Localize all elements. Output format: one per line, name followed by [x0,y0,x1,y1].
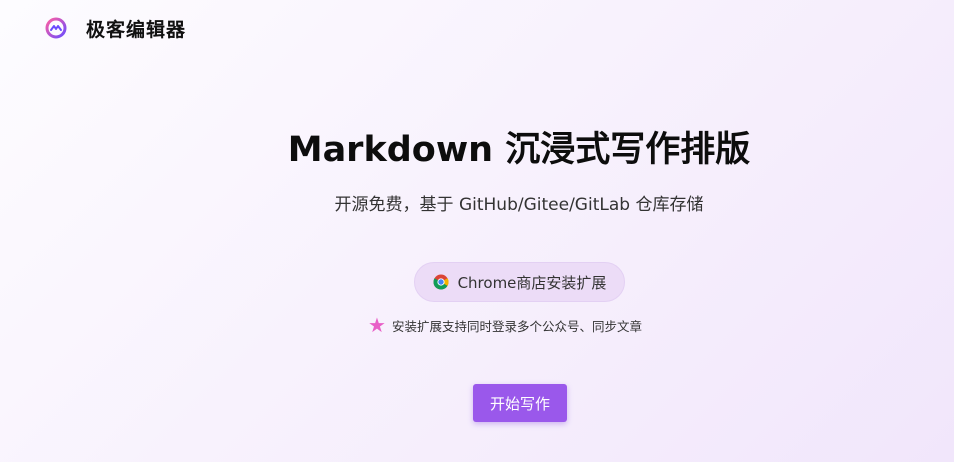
extension-hint-text: 安装扩展支持同时登录多个公众号、同步文章 [391,318,642,334]
chrome-store-install-button[interactable]: Chrome商店安装扩展 [414,262,625,302]
start-writing-button[interactable]: 开始写作 [473,384,567,422]
hero-subtitle: 开源免费，基于 GitHub/Gitee/GitLab 仓库存储 [334,195,704,215]
star-icon: ★ [368,313,386,337]
hero-title: Markdown 沉浸式写作排版 [287,130,751,170]
top-header: 极客编辑器 [0,0,954,56]
editor-logo-icon[interactable] [44,16,68,40]
app-name[interactable]: 极客编辑器 [86,15,186,42]
chrome-store-install-label: Chrome商店安装扩展 [457,273,607,292]
chrome-icon [433,274,449,290]
extension-hint: ★ 安装扩展支持同时登录多个公众号、同步文章 [368,314,642,336]
